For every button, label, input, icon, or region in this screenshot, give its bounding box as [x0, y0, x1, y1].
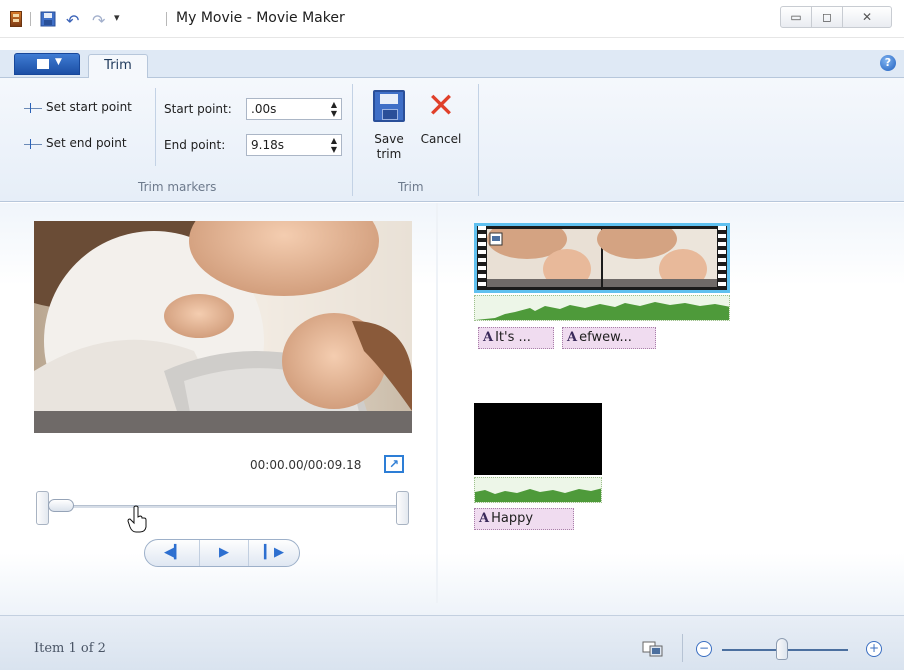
clip-edit-icon [489, 232, 503, 246]
status-text: Item 1 of 2 [34, 641, 106, 656]
cancel-x-icon: ✕ [426, 86, 456, 126]
caption-text: Happy [491, 511, 534, 526]
set-end-point-button[interactable]: Set end point [24, 136, 127, 150]
group-label-trim-markers: Trim markers [138, 180, 217, 194]
title-bar: ↶ ↷ ▾ My Movie - Movie Maker ▭ ◻ ✕ [0, 0, 904, 38]
end-point-value: 9.18s [251, 138, 284, 152]
film-sprocket [478, 226, 486, 290]
window-title: My Movie - Movie Maker [176, 10, 345, 26]
customize-dropdown-icon[interactable]: ▾ [114, 11, 124, 27]
caption-item[interactable]: Aefwew... [562, 327, 656, 349]
save-trim-button[interactable]: Save trim [368, 90, 410, 174]
save-icon [373, 90, 405, 122]
video-preview-image [34, 221, 412, 433]
hand-cursor-icon [126, 505, 148, 533]
tab-trim[interactable]: Trim [88, 54, 148, 79]
minimize-button[interactable]: ▭ [780, 6, 812, 28]
storyboard-view-icon[interactable] [642, 640, 664, 658]
video-clip-black[interactable] [474, 403, 602, 475]
cancel-label: Cancel [420, 132, 462, 146]
set-start-marker-icon [24, 102, 42, 113]
caption-text-icon: A [567, 330, 578, 345]
end-point-stepper[interactable]: 9.18s ▲ ▼ [246, 134, 342, 156]
next-frame-button[interactable]: ▎▶ [249, 540, 299, 566]
caption-text: It's ... [495, 330, 531, 345]
start-point-label: Start point: [164, 102, 232, 116]
ribbon-group-divider [352, 84, 353, 196]
playhead-thumb[interactable] [48, 499, 74, 512]
caption-text: efwew... [579, 330, 632, 345]
start-point-stepper[interactable]: .00s ▲ ▼ [246, 98, 342, 120]
caption-item[interactable]: A Happy [474, 508, 574, 530]
spin-arrows-icon[interactable]: ▲ ▼ [331, 100, 337, 118]
trim-start-handle[interactable] [36, 491, 49, 525]
end-point-label: End point: [164, 138, 226, 152]
start-point-value: .00s [251, 102, 277, 116]
ribbon-group-divider [478, 84, 479, 196]
slider-track[interactable] [44, 505, 404, 508]
playback-controls: ◀▎ ▶ ▎▶ [144, 539, 300, 567]
set-end-marker-icon [24, 138, 42, 149]
set-end-point-label: Set end point [46, 136, 127, 150]
video-clip-selected[interactable] [474, 223, 730, 293]
preview-pane: 00:00.00/00:09.18 ↗ ◀▎ ▶ ▎▶ [0, 203, 438, 615]
document-icon [37, 59, 49, 69]
ribbon-tab-strip: ▼ Trim ? [0, 50, 904, 79]
audio-waveform [474, 295, 730, 321]
ribbon-divider [155, 88, 156, 166]
previous-frame-button[interactable]: ◀▎ [149, 540, 199, 566]
clip-thumbnails [487, 229, 717, 287]
caption-item[interactable]: A It's ... [478, 327, 554, 349]
cancel-button[interactable]: ✕ Cancel [416, 86, 466, 174]
time-readout: 00:00.00/00:09.18 [250, 458, 362, 472]
quick-access-separator [30, 12, 31, 26]
trim-slider[interactable] [34, 487, 412, 533]
popout-icon[interactable]: ↗ [384, 455, 404, 473]
title-separator [166, 12, 167, 26]
audio-waveform [474, 477, 602, 503]
help-icon[interactable]: ? [880, 55, 896, 71]
status-bar: Item 1 of 2 − + [0, 615, 904, 670]
set-start-point-button[interactable]: Set start point [24, 100, 132, 114]
zoom-in-button[interactable]: + [866, 641, 882, 657]
save-icon[interactable] [40, 11, 56, 27]
save-trim-label: Save trim [374, 132, 404, 161]
movie-maker-app-icon[interactable] [10, 11, 22, 27]
zoom-out-button[interactable]: − [696, 641, 712, 657]
chevron-down-icon: ▼ [55, 57, 62, 67]
redo-icon[interactable]: ↷ [92, 11, 108, 30]
storyboard: A It's ... Aefwew... A Happy [438, 203, 904, 615]
group-label-trim: Trim [398, 180, 424, 194]
play-button[interactable]: ▶ [199, 540, 249, 566]
caption-text-icon: A [483, 330, 494, 345]
undo-icon[interactable]: ↶ [66, 11, 82, 30]
trim-end-handle[interactable] [396, 491, 409, 525]
caption-text-icon: A [479, 511, 490, 526]
ribbon-panel: Set start point Set end point Start poin… [0, 78, 904, 202]
maximize-button[interactable]: ◻ [811, 6, 843, 28]
zoom-slider-thumb[interactable] [776, 638, 788, 660]
main-area: 00:00.00/00:09.18 ↗ ◀▎ ▶ ▎▶ A It's ... A… [0, 203, 904, 615]
status-separator [682, 634, 683, 662]
app-menu-button[interactable]: ▼ [14, 53, 80, 75]
spin-arrows-icon[interactable]: ▲ ▼ [331, 136, 337, 154]
close-button[interactable]: ✕ [842, 6, 892, 28]
set-start-point-label: Set start point [46, 100, 132, 114]
film-sprocket [718, 226, 726, 290]
